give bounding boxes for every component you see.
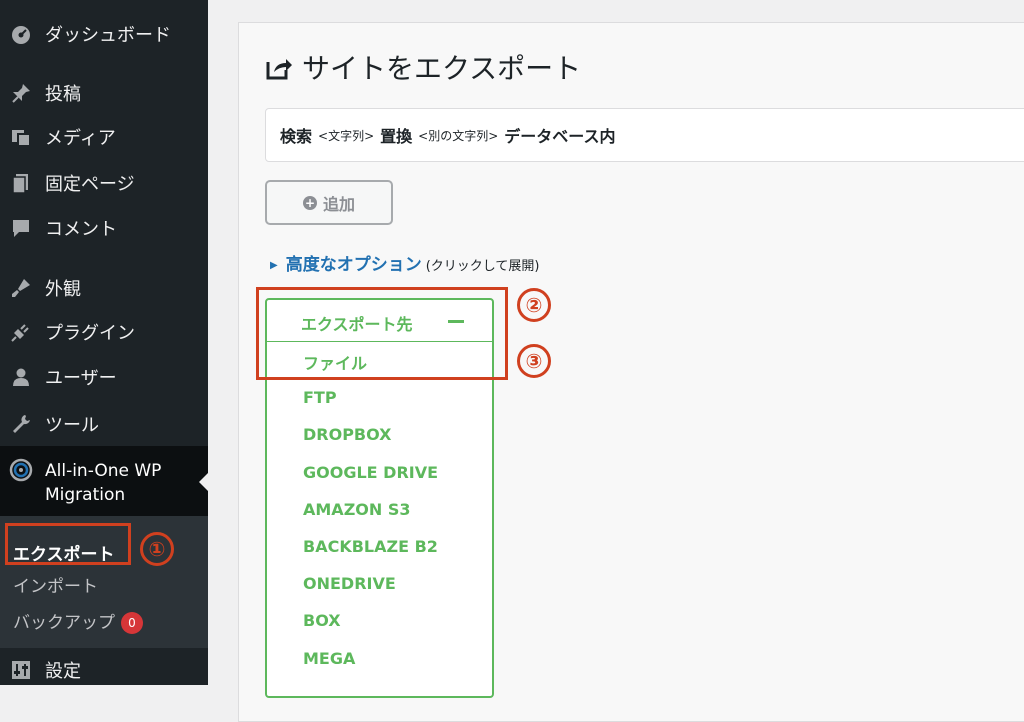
brush-icon [9,276,33,300]
plugin-label-line1: All-in-One WP [45,461,162,481]
replace-label: 置換 [380,127,413,146]
export-option-google-drive[interactable]: GOOGLE DRIVE [303,463,438,482]
sidebar-item-label: ツール [45,415,99,436]
annotation-box-2-3 [256,287,508,380]
annotation-number-3: ③ [517,344,551,378]
annotation-number-2: ② [517,288,551,322]
pin-icon [9,81,33,105]
submenu-import[interactable]: インポート [13,572,98,597]
sidebar-item-comments[interactable]: コメント [0,206,208,250]
sidebar-item-label: 外観 [45,279,81,300]
sidebar-item-media[interactable]: メディア [0,115,208,159]
sidebar-item-label: コメント [45,219,117,240]
export-icon [264,52,294,82]
export-option-ftp[interactable]: FTP [303,388,337,407]
sidebar-item-posts[interactable]: 投稿 [0,71,208,115]
sidebar-item-settings[interactable]: 設定 [0,648,208,692]
media-icon [9,125,33,149]
dashboard-icon [9,22,33,46]
page-title-text: サイトをエクスポート [302,52,582,85]
sidebar-item-label: プラグイン [45,323,135,344]
sidebar-item-label: ユーザー [45,368,117,389]
current-menu-arrow [199,472,209,492]
plugin-label-line2: Migration [45,485,126,505]
submenu-backup-label: バックアップ [13,613,115,633]
advanced-options-hint: (クリックして展開) [425,259,540,274]
sidebar-item-label: 投稿 [45,84,81,105]
advanced-options-link[interactable]: 高度なオプション [286,255,422,275]
add-button-label: 追加 [322,194,355,214]
sidebar-item-all-in-one-wp-migration[interactable]: All-in-One WP Migration [0,446,209,516]
sidebar-item-label: 設定 [45,661,81,682]
submenu-backup[interactable]: バックアップ 0 [13,608,143,634]
export-option-onedrive[interactable]: ONEDRIVE [303,574,396,593]
search-replace-bar: 検索 <文字列> 置換 <別の文字列> データベース内 [265,108,1024,162]
sidebar-item-users[interactable]: ユーザー [0,355,208,399]
sidebar-item-appearance[interactable]: 外観 [0,266,208,310]
add-button[interactable]: + 追加 [265,180,393,225]
sidebar-item-label: ダッシュボード [45,25,171,46]
page-icon [9,171,33,195]
database-label: データベース内 [504,127,616,146]
plugin-label: All-in-One WP Migration [45,459,161,507]
sidebar-item-tools[interactable]: ツール [0,402,208,446]
backup-count-badge: 0 [121,612,143,634]
sidebar-item-label: 固定ページ [45,174,135,195]
migration-icon [9,458,33,486]
sidebar-item-pages[interactable]: 固定ページ [0,161,208,205]
annotation-box-1 [5,523,131,565]
annotation-number-1: ① [140,532,174,566]
comment-icon [9,216,33,240]
wrench-icon [9,412,33,436]
replace-input-hint[interactable]: <別の文字列> [418,127,498,144]
sidebar-item-plugins[interactable]: プラグイン [0,310,208,354]
settings-icon [9,658,33,682]
plugin-icon [9,320,33,344]
export-option-amazon-s3[interactable]: AMAZON S3 [303,500,411,519]
admin-sidebar: ダッシュボード 投稿 メディア 固定ページ コメント 外観 プラグイン ユーザー… [0,0,209,685]
search-label: 検索 [280,127,313,146]
export-option-backblaze-b2[interactable]: BACKBLAZE B2 [303,537,438,556]
advanced-options: ▶ 高度なオプション (クリックして展開) [270,250,539,275]
export-option-mega[interactable]: MEGA [303,649,355,668]
triangle-right-icon: ▶ [270,260,278,271]
export-option-dropbox[interactable]: DROPBOX [303,425,392,444]
sidebar-item-label: メディア [45,128,116,149]
export-option-box[interactable]: BOX [303,611,341,630]
plus-circle-icon: + [302,195,317,210]
page-title: サイトをエクスポート [264,48,581,86]
user-icon [9,365,33,389]
sidebar-item-dashboard[interactable]: ダッシュボード [0,12,208,56]
search-input-hint[interactable]: <文字列> [318,127,374,144]
